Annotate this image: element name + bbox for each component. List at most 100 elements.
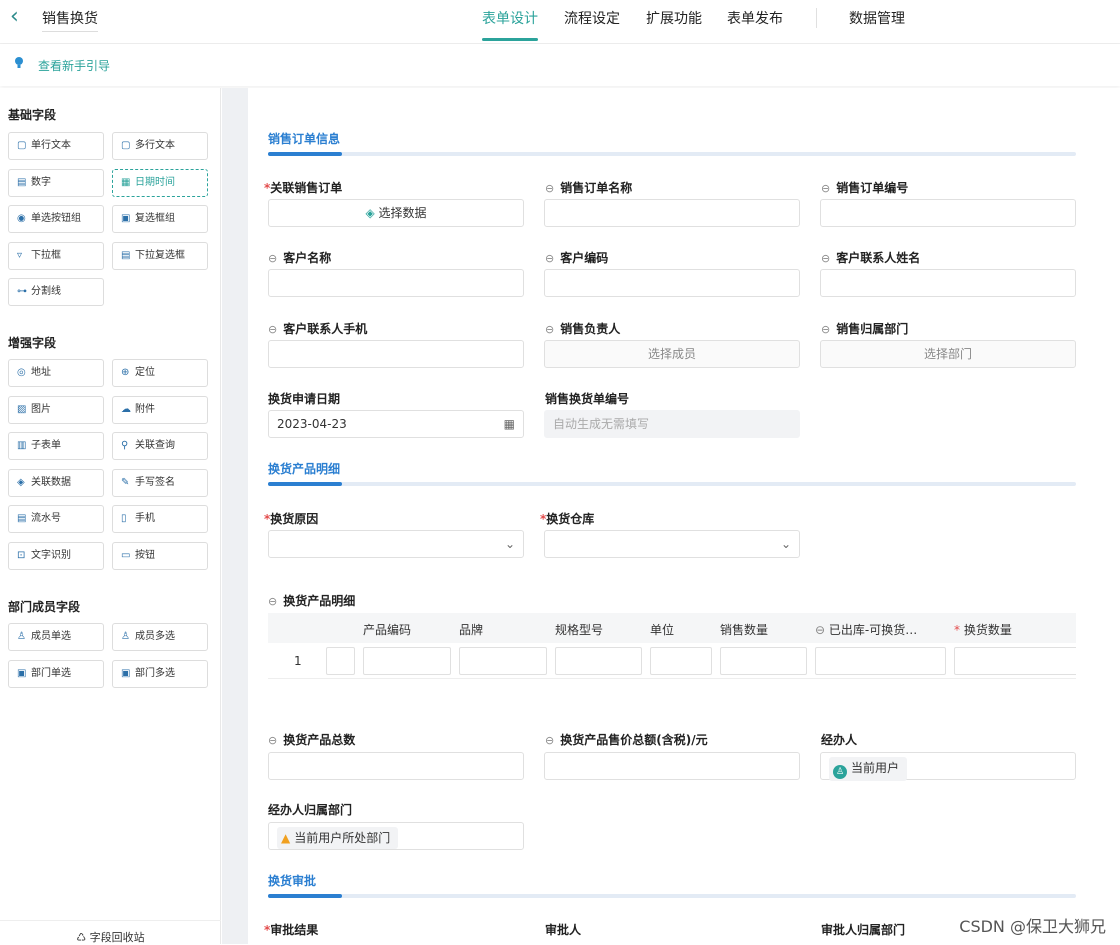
- field-button-label: 数字: [31, 176, 51, 188]
- signature-icon: ✎: [121, 476, 130, 488]
- org-chart-icon: ▲: [281, 831, 291, 845]
- product-detail-table: 产品编码 品牌 规格型号 单位 销售数量 ⊖ 已出库-可换货… * 换货数量 1: [268, 613, 1076, 679]
- link-icon: ⊖: [821, 252, 831, 265]
- link-icon: ⊖: [268, 323, 278, 336]
- order-name-input[interactable]: [544, 199, 800, 227]
- current-user-tag: ♙ 当前用户: [829, 757, 908, 781]
- single-line-icon: ▢: [17, 140, 27, 151]
- table-cell-input[interactable]: [363, 647, 451, 675]
- field-button-label: 日期时间: [135, 176, 175, 188]
- field-button[interactable]: ◈ 关联数据: [8, 468, 104, 497]
- link-query-icon: ⚲: [121, 440, 129, 451]
- order-no-input[interactable]: [820, 199, 1076, 227]
- field-button[interactable]: ▣ 复选框组: [112, 205, 208, 233]
- field-button[interactable]: ▦ 日期时间: [112, 168, 208, 197]
- field-button[interactable]: ◎ 地址: [8, 359, 104, 387]
- field-button[interactable]: ⊕ 定位: [112, 359, 208, 387]
- link-data-icon: ◈: [17, 476, 25, 488]
- field-button[interactable]: ⊡ 文字识别: [8, 541, 104, 570]
- field-button-label: 成员多选: [135, 631, 175, 642]
- app-title[interactable]: 销售换货: [42, 8, 98, 32]
- table-header-cell: 规格型号: [555, 623, 604, 637]
- link-icon: ⊖: [821, 182, 831, 195]
- field-button[interactable]: ▣ 部门单选: [8, 659, 104, 688]
- contact-name-input[interactable]: [820, 269, 1076, 297]
- field-button[interactable]: ☁ 附件: [112, 395, 208, 424]
- user-icon: ♙: [17, 631, 26, 642]
- multi-dropdown-icon: ▤: [121, 249, 131, 261]
- field-button[interactable]: ✎ 手写签名: [112, 468, 208, 497]
- field-button[interactable]: ♙ 成员多选: [112, 623, 208, 651]
- button-icon: ▭: [121, 549, 131, 561]
- field-button[interactable]: ▨ 图片: [8, 395, 104, 424]
- field-button[interactable]: ▿ 下拉框: [8, 241, 104, 270]
- select-member-input[interactable]: 选择成员: [544, 340, 800, 368]
- link-data-icon: ◈: [365, 206, 379, 220]
- field-button[interactable]: ▢ 单行文本: [8, 132, 104, 160]
- field-button-label: 关联查询: [135, 440, 175, 451]
- select-data-button[interactable]: ◈ 选择数据: [268, 199, 524, 227]
- table-cell-input[interactable]: [326, 647, 355, 675]
- number-icon: ▤: [17, 176, 27, 188]
- field-button[interactable]: ♙ 成员单选: [8, 623, 104, 651]
- field-button[interactable]: ▤ 下拉复选框: [112, 241, 208, 270]
- customer-name-input[interactable]: [268, 269, 524, 297]
- table-cell-input[interactable]: [954, 647, 1076, 675]
- tab-extensions[interactable]: 扩展功能: [646, 8, 702, 28]
- warehouse-select[interactable]: ⌄: [544, 530, 800, 558]
- field-button[interactable]: ▥ 子表单: [8, 432, 104, 460]
- customer-code-input[interactable]: [544, 269, 800, 297]
- field-button-label: 单选按钮组: [31, 213, 81, 224]
- calendar-icon: ▦: [503, 417, 515, 431]
- table-header-cell: * 换货数量: [954, 623, 1012, 637]
- field-label: ⊖ 销售负责人: [545, 322, 621, 336]
- tab-workflow[interactable]: 流程设定: [564, 8, 620, 28]
- chevron-down-icon: ⌄: [780, 537, 791, 551]
- tab-publish[interactable]: 表单发布: [727, 8, 783, 28]
- field-button-label: 按钮: [135, 549, 155, 561]
- field-button[interactable]: ▭ 按钮: [112, 541, 208, 570]
- guide-link[interactable]: 查看新手引导: [38, 57, 110, 74]
- field-button[interactable]: ▤ 流水号: [8, 505, 104, 533]
- table-cell-input[interactable]: [555, 647, 642, 675]
- lightbulb-icon: [15, 57, 23, 68]
- handler-input[interactable]: ♙ 当前用户: [820, 752, 1076, 781]
- chevron-left-icon[interactable]: ‹: [10, 6, 19, 28]
- table-header-cell: 销售数量: [720, 623, 769, 637]
- link-icon: ⊖: [821, 323, 831, 336]
- table-cell-input[interactable]: [459, 647, 547, 675]
- field-button[interactable]: ▣ 部门多选: [112, 659, 208, 688]
- field-button[interactable]: ▯ 手机: [112, 505, 208, 533]
- active-tab-indicator: [482, 38, 538, 41]
- field-button[interactable]: ▢ 多行文本: [112, 132, 208, 160]
- tab-data-management[interactable]: 数据管理: [849, 8, 905, 28]
- link-icon: ⊖: [545, 252, 555, 265]
- field-button-label: 成员单选: [31, 631, 71, 642]
- handler-dept-input[interactable]: ▲ 当前用户所处部门: [268, 822, 524, 850]
- field-label: ⊖ 销售归属部门: [821, 322, 909, 336]
- apply-date-input[interactable]: 2023-04-23 ▦: [268, 410, 524, 438]
- field-label: 经办人: [821, 733, 858, 747]
- table-cell-input[interactable]: [815, 647, 946, 675]
- ocr-icon: ⊡: [17, 549, 26, 561]
- field-button[interactable]: ⚲ 关联查询: [112, 432, 208, 460]
- field-button[interactable]: ⊶ 分割线: [8, 278, 104, 306]
- table-cell-input[interactable]: [650, 647, 712, 675]
- advanced-fields-title: 增强字段: [8, 336, 57, 350]
- tab-form-design[interactable]: 表单设计: [482, 8, 538, 28]
- table-header-cell: ⊖ 已出库-可换货…: [815, 623, 918, 637]
- select-dept-input[interactable]: 选择部门: [820, 340, 1076, 368]
- field-button[interactable]: ▤ 数字: [8, 168, 104, 197]
- dept-icon: ▣: [17, 667, 27, 679]
- field-label: ⊖ 客户编码: [545, 251, 609, 265]
- table-cell-input[interactable]: [720, 647, 807, 675]
- recycle-bin-button[interactable]: ♺ 字段回收站: [0, 920, 221, 944]
- total-amount-input[interactable]: [544, 752, 800, 780]
- total-qty-input[interactable]: [268, 752, 524, 780]
- field-sidebar: 基础字段 ▢ 单行文本 ▢ 多行文本 ▤ 数字 ▦ 日期时间 ◉ 单选按钮组 ▣ 复选框组 ▿ 下拉框 ▤ 下…: [0, 88, 221, 944]
- reason-select[interactable]: ⌄: [268, 530, 524, 558]
- radio-icon: ◉: [17, 213, 26, 224]
- field-label: 换货申请日期: [268, 392, 341, 406]
- field-button[interactable]: ◉ 单选按钮组: [8, 205, 104, 233]
- contact-phone-input[interactable]: [268, 340, 524, 368]
